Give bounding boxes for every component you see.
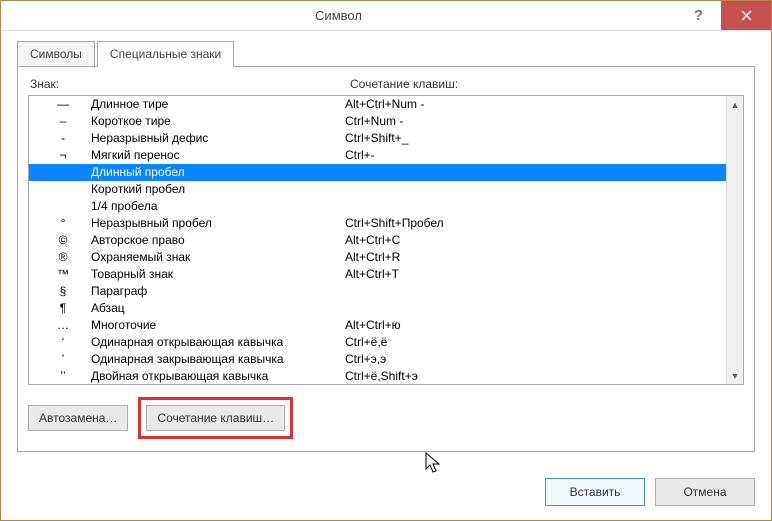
symbol-glyph: ¶: [35, 300, 91, 317]
dialog-body: Символы Специальные знаки Знак: Сочетани…: [1, 31, 771, 466]
list-item[interactable]: ®Охраняемый знакAlt+Ctrl+R: [29, 249, 726, 266]
symbol-shortcut: [345, 300, 726, 317]
symbol-shortcut: [345, 283, 726, 300]
symbol-glyph: ¬: [35, 147, 91, 164]
symbol-name: Короткое тире: [91, 113, 345, 130]
symbol-name: Длинное тире: [91, 96, 345, 113]
autocorrect-button[interactable]: Автозамена…: [28, 405, 128, 431]
symbol-name: Короткий пробел: [91, 181, 345, 198]
symbol-glyph: ™: [35, 266, 91, 283]
symbol-shortcut: Alt+Ctrl+ю: [345, 317, 726, 334]
list-item[interactable]: Длинный пробел: [29, 164, 726, 181]
list-item[interactable]: ʼʼДвойная открывающая кавычкаCtrl+ё,Shif…: [29, 368, 726, 384]
titlebar: Символ ?: [1, 1, 771, 31]
symbol-glyph: §: [35, 283, 91, 300]
symbol-shortcut: [345, 164, 726, 181]
symbol-name: Охраняемый знак: [91, 249, 345, 266]
scroll-up-icon[interactable]: ▲: [727, 96, 743, 113]
scroll-down-icon[interactable]: ▼: [727, 367, 743, 384]
list-item[interactable]: ¶Абзац: [29, 300, 726, 317]
symbol-glyph: –: [35, 113, 91, 130]
symbol-glyph: [35, 181, 91, 198]
symbol-glyph: ®: [35, 249, 91, 266]
scrollbar[interactable]: ▲ ▼: [726, 96, 743, 384]
symbol-glyph: ©: [35, 232, 91, 249]
symbol-name: Параграф: [91, 283, 345, 300]
list-item[interactable]: ¬Мягкий переносCtrl+-: [29, 147, 726, 164]
symbol-shortcut: [345, 181, 726, 198]
symbol-shortcut: Ctrl+Shift+Пробел: [345, 215, 726, 232]
symbol-shortcut: [345, 198, 726, 215]
symbol-name: Авторское право: [91, 232, 345, 249]
header-sign: Знак:: [30, 77, 350, 91]
list-item[interactable]: ‘Одинарная открывающая кавычкаCtrl+ё,ё: [29, 334, 726, 351]
symbol-shortcut: Ctrl+-: [345, 147, 726, 164]
list-item[interactable]: 1/4 пробела: [29, 198, 726, 215]
tab-special-characters[interactable]: Специальные знаки: [97, 41, 234, 67]
symbol-name: Мягкий перенос: [91, 147, 345, 164]
cancel-button[interactable]: Отмена: [655, 478, 755, 506]
character-listbox[interactable]: —Длинное тиреAlt+Ctrl+Num -–Короткое тир…: [28, 95, 744, 385]
shortcut-keys-button[interactable]: Сочетание клавиш…: [146, 405, 285, 431]
symbol-shortcut: Ctrl+ё,ё: [345, 334, 726, 351]
symbol-glyph: —: [35, 96, 91, 113]
insert-button[interactable]: Вставить: [545, 478, 645, 506]
list-item[interactable]: °Неразрывный пробелCtrl+Shift+Пробел: [29, 215, 726, 232]
symbol-shortcut: Alt+Ctrl+T: [345, 266, 726, 283]
symbol-glyph: °: [35, 215, 91, 232]
symbol-glyph: …: [35, 317, 91, 334]
symbol-shortcut: Ctrl+э,э: [345, 351, 726, 368]
list-item[interactable]: Короткий пробел: [29, 181, 726, 198]
list-item[interactable]: ’Одинарная закрывающая кавычкаCtrl+э,э: [29, 351, 726, 368]
symbol-shortcut: Ctrl+ё,Shift+э: [345, 368, 726, 384]
tab-strip: Символы Специальные знаки: [17, 41, 755, 67]
window-title: Символ: [1, 8, 676, 23]
symbol-glyph: ʼʼ: [35, 368, 91, 384]
annotation-highlight: Сочетание клавиш…: [138, 397, 293, 439]
tab-symbols[interactable]: Символы: [17, 41, 95, 67]
header-shortcut: Сочетание клавиш:: [350, 77, 458, 91]
footer-buttons: Вставить Отмена: [545, 478, 755, 506]
list-item[interactable]: –Короткое тиреCtrl+Num -: [29, 113, 726, 130]
symbol-glyph: [35, 164, 91, 181]
symbol-name: Длинный пробел: [91, 164, 345, 181]
symbol-name: Неразрывный пробел: [91, 215, 345, 232]
list-item[interactable]: ™Товарный знакAlt+Ctrl+T: [29, 266, 726, 283]
symbol-glyph: ‘: [35, 334, 91, 351]
titlebar-controls: ?: [676, 1, 771, 30]
list-item[interactable]: —Длинное тиреAlt+Ctrl+Num -: [29, 96, 726, 113]
symbol-name: Многоточие: [91, 317, 345, 334]
symbol-glyph: -: [35, 130, 91, 147]
symbol-shortcut: Ctrl+Shift+_: [345, 130, 726, 147]
symbol-shortcut: Alt+Ctrl+Num -: [345, 96, 726, 113]
close-button[interactable]: [721, 1, 771, 30]
symbol-shortcut: Alt+Ctrl+C: [345, 232, 726, 249]
help-button[interactable]: ?: [676, 1, 721, 30]
symbol-name: Двойная открывающая кавычка: [91, 368, 345, 384]
scroll-track[interactable]: [727, 113, 743, 367]
list-item[interactable]: -Неразрывный дефисCtrl+Shift+_: [29, 130, 726, 147]
symbol-shortcut: Ctrl+Num -: [345, 113, 726, 130]
symbol-glyph: ’: [35, 351, 91, 368]
symbol-name: 1/4 пробела: [91, 198, 345, 215]
symbol-glyph: [35, 198, 91, 215]
symbol-name: Неразрывный дефис: [91, 130, 345, 147]
symbol-dialog: Символ ? Символы Специальные знаки Знак:…: [0, 0, 772, 521]
symbol-name: Абзац: [91, 300, 345, 317]
symbol-name: Одинарная закрывающая кавычка: [91, 351, 345, 368]
tab-panel-special: Знак: Сочетание клавиш: —Длинное тиреAlt…: [17, 66, 755, 452]
list-item[interactable]: §Параграф: [29, 283, 726, 300]
symbol-name: Товарный знак: [91, 266, 345, 283]
column-headers: Знак: Сочетание клавиш:: [28, 77, 744, 95]
list-item[interactable]: ©Авторское правоAlt+Ctrl+C: [29, 232, 726, 249]
symbol-name: Одинарная открывающая кавычка: [91, 334, 345, 351]
symbol-shortcut: Alt+Ctrl+R: [345, 249, 726, 266]
list-item[interactable]: …МноготочиеAlt+Ctrl+ю: [29, 317, 726, 334]
button-row: Автозамена… Сочетание клавиш…: [28, 397, 744, 439]
list-rows: —Длинное тиреAlt+Ctrl+Num -–Короткое тир…: [29, 96, 726, 384]
close-icon: [741, 10, 752, 21]
